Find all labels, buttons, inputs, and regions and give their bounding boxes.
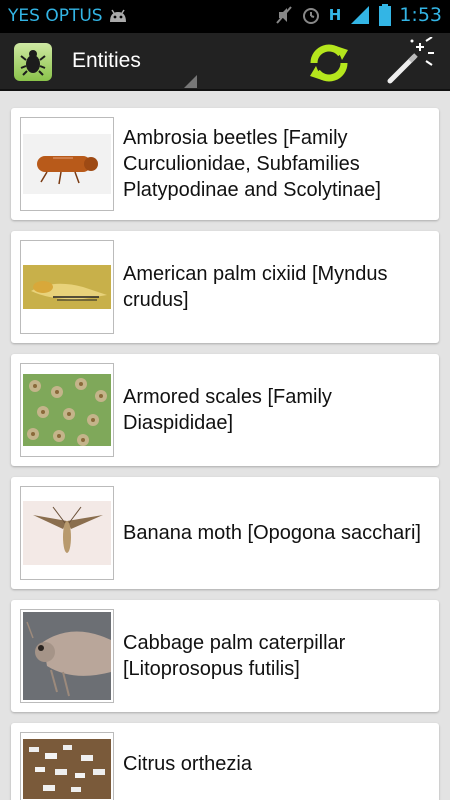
- mute-icon: [276, 6, 292, 24]
- entity-thumbnail: [20, 363, 114, 457]
- list-item[interactable]: American palm cixiid [Myndus crudus]: [11, 231, 439, 343]
- signal-icon: [351, 6, 370, 24]
- refresh-button[interactable]: [304, 38, 354, 88]
- network-type-label: H: [328, 6, 342, 24]
- entity-thumbnail: [20, 732, 114, 800]
- entity-thumbnail: [20, 117, 114, 211]
- magic-wand-icon: [387, 36, 434, 84]
- spinner-indicator[interactable]: [184, 75, 197, 88]
- entity-label: Ambrosia beetles [Family Curculionidae, …: [123, 127, 381, 201]
- list-item[interactable]: Cabbage palm caterpillar [Litoprosopus f…: [11, 600, 439, 712]
- entity-list[interactable]: Ambrosia beetles [Family Curculionidae, …: [0, 91, 450, 800]
- list-item[interactable]: Ambrosia beetles [Family Curculionidae, …: [11, 108, 439, 220]
- entity-thumbnail: [20, 486, 114, 580]
- refresh-icon: [310, 44, 348, 82]
- cabbage-palm-caterpillar-image: [23, 612, 111, 700]
- status-icons: H 1:53: [275, 4, 442, 26]
- banana-moth-image: [23, 501, 111, 565]
- carrier-label: YES OPTUS: [8, 6, 103, 26]
- carrier-group: YES OPTUS: [8, 6, 129, 26]
- entity-thumbnail: [20, 609, 114, 703]
- beetle-icon[interactable]: [14, 43, 52, 81]
- entity-label: American palm cixiid [Myndus crudus]: [123, 263, 388, 311]
- entity-label: Citrus orthezia: [123, 753, 252, 775]
- citrus-orthezia-image: [23, 739, 111, 799]
- entity-thumbnail: [20, 240, 114, 334]
- ambrosia-beetle-image: [23, 134, 111, 194]
- android-debug-icon: [109, 9, 126, 22]
- page-title[interactable]: Entities: [72, 49, 141, 73]
- palm-cixiid-image: [23, 265, 111, 309]
- armored-scales-image: [23, 374, 111, 446]
- clock: 1:53: [399, 4, 442, 26]
- alarm-icon: [302, 8, 319, 24]
- entity-label: Cabbage palm caterpillar [Litoprosopus f…: [123, 632, 346, 680]
- status-bar: YES OPTUS H 1:53: [0, 0, 450, 33]
- battery-icon: [379, 4, 392, 26]
- magic-wand-button[interactable]: [382, 36, 436, 87]
- list-item[interactable]: Armored scales [Family Diaspididae]: [11, 354, 439, 466]
- entity-label: Banana moth [Opogona sacchari]: [123, 522, 421, 544]
- action-bar: Entities: [0, 33, 450, 91]
- entity-label: Armored scales [Family Diaspididae]: [123, 386, 332, 434]
- list-item[interactable]: Citrus orthezia: [11, 723, 439, 800]
- list-item[interactable]: Banana moth [Opogona sacchari]: [11, 477, 439, 589]
